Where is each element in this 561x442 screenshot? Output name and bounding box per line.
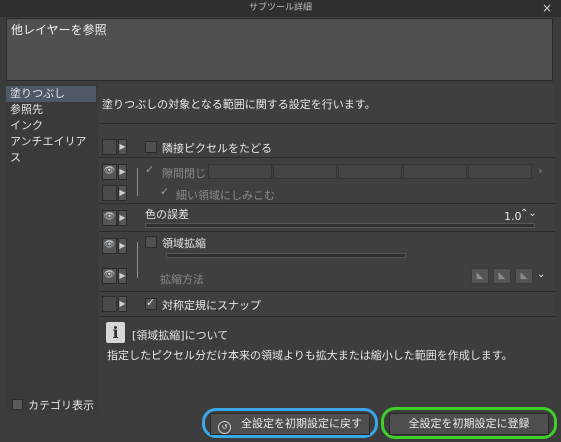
category-show-checkbox[interactable]: [12, 399, 23, 410]
eye-icon[interactable]: 👁: [102, 164, 117, 180]
category-list: 塗りつぶし 参照先 インク アンチエイリアス: [6, 84, 98, 412]
thin-area-label: 細い領域にしみこむ: [176, 189, 275, 202]
scaling-square-icon[interactable]: ◣: [471, 268, 489, 284]
subtool-name-field[interactable]: 他レイヤーを参照: [6, 18, 553, 81]
gap-level-segment[interactable]: [468, 164, 532, 179]
info-title: [領域拡縮]について: [132, 329, 229, 342]
window-title: サブツール詳細: [248, 3, 312, 13]
category-show-toggle[interactable]: カテゴリ表示: [10, 396, 98, 412]
eye-icon[interactable]: 👁: [102, 210, 117, 226]
gap-level-segment[interactable]: [338, 164, 402, 179]
info-body: 指定したピクセル分だけ本来の領域よりも拡大または縮小した範囲を作成します。: [107, 349, 513, 362]
divider: [99, 291, 555, 292]
gap-level-segment[interactable]: [403, 164, 467, 179]
scaling-soft-icon[interactable]: ◣: [515, 268, 533, 284]
expand-arrow-icon[interactable]: ▶: [118, 139, 127, 155]
adjacent-pixels-checkbox[interactable]: [145, 141, 157, 153]
expand-arrow-icon[interactable]: ▶: [118, 296, 127, 312]
close-icon[interactable]: ×: [538, 0, 556, 17]
divider: [99, 316, 555, 317]
eye-icon[interactable]: 👁: [102, 139, 117, 155]
area-scaling-slider[interactable]: [166, 253, 406, 258]
reset-all-button[interactable]: ↺ 全設定を初期設定に戻す: [210, 413, 370, 435]
category-item-fill[interactable]: 塗りつぶし: [6, 86, 96, 102]
category-description: 塗りつぶしの対象となる範囲に関する設定を行います。: [102, 98, 376, 111]
info-icon: i: [106, 322, 125, 343]
eye-icon[interactable]: 👁: [102, 296, 117, 312]
group-bracket: [137, 168, 138, 196]
eye-icon[interactable]: 👁: [102, 238, 117, 254]
category-show-label: カテゴリ表示: [28, 399, 94, 412]
chevron-right-icon[interactable]: ›: [538, 164, 542, 177]
gap-level-segment[interactable]: [208, 164, 272, 179]
gap-close-label: 隙間閉じ: [162, 167, 206, 180]
snap-label: 対称定規にスナップ: [162, 299, 261, 312]
adjacent-pixels-label: 隣接ピクセルをたどる: [162, 142, 272, 155]
register-all-label: 全設定を初期設定に登録: [408, 417, 530, 430]
category-item-reference[interactable]: 参照先: [6, 102, 96, 118]
divider: [99, 231, 555, 232]
snap-check-icon: ✓: [146, 296, 156, 309]
divider: [99, 123, 555, 124]
category-item-ink[interactable]: インク: [6, 118, 96, 134]
register-all-button[interactable]: 全設定を初期設定に登録: [389, 413, 549, 435]
spinner-icon[interactable]: ⌃⌄: [520, 208, 537, 219]
area-scaling-checkbox[interactable]: [145, 236, 157, 248]
scaling-method-label: 拡縮方法: [160, 273, 204, 286]
chevron-down-icon[interactable]: ⌄: [537, 269, 545, 280]
reset-icon: ↺: [218, 421, 231, 434]
expand-arrow-icon[interactable]: ▶: [118, 268, 127, 284]
color-margin-value[interactable]: 1.0: [504, 210, 522, 223]
divider: [99, 203, 555, 204]
gap-close-check-icon[interactable]: ✓: [145, 163, 154, 176]
color-margin-label: 色の誤差: [145, 208, 189, 221]
divider: [99, 157, 555, 158]
reset-all-label: 全設定を初期設定に戻す: [241, 417, 362, 430]
category-item-antialias[interactable]: アンチエイリアス: [6, 134, 96, 164]
expand-arrow-icon[interactable]: ▶: [118, 164, 127, 180]
expand-arrow-icon[interactable]: ▶: [118, 238, 127, 254]
eye-icon[interactable]: 👁: [102, 185, 117, 201]
eye-icon[interactable]: 👁: [102, 268, 117, 284]
gap-level-segment[interactable]: [273, 164, 337, 179]
color-margin-slider[interactable]: [145, 223, 535, 228]
expand-arrow-icon[interactable]: ▶: [118, 210, 127, 226]
thin-area-check-icon[interactable]: ✓: [160, 185, 169, 198]
area-scaling-label: 領域拡縮: [162, 237, 206, 250]
group-bracket: [137, 242, 138, 278]
scaling-round-icon[interactable]: ◣: [493, 268, 511, 284]
expand-arrow-icon[interactable]: ▶: [118, 185, 127, 201]
